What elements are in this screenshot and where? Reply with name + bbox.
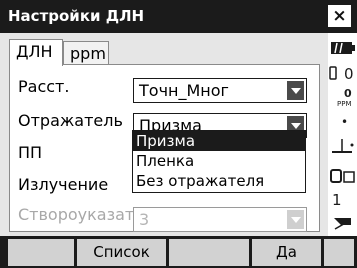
prism-constant-value: 0	[344, 65, 354, 83]
title-bar: Настройки ДЛН ×	[0, 0, 357, 33]
dropdown-option[interactable]: Призма	[133, 131, 305, 151]
tab-ppm[interactable]: ppm	[63, 41, 109, 65]
laser-plummet-icon	[332, 139, 354, 153]
pp-label: ПП	[18, 143, 43, 162]
stvor-label: Створоуказат	[18, 205, 135, 224]
bullet-icon: •	[341, 115, 349, 129]
stvor-combobox: 3	[133, 207, 307, 232]
face-indicator: 1	[332, 191, 342, 209]
display-mode-icon	[330, 169, 355, 183]
ppm-label: PPM	[337, 100, 352, 108]
dropdown-option[interactable]: Пленка	[133, 151, 305, 171]
softkey-bar: Список Да	[0, 236, 357, 268]
tab-dln[interactable]: ДЛН	[9, 39, 63, 66]
battery-icon	[331, 42, 355, 54]
reflector-label: Отражатель	[18, 111, 123, 130]
signal-icon	[334, 218, 351, 230]
rasst-combobox[interactable]: Точн_Мног	[133, 78, 307, 103]
chevron-down-icon	[287, 210, 304, 229]
ppm-value: 0	[344, 87, 352, 100]
emission-label: Излучение	[18, 175, 109, 194]
softkey-list-button[interactable]: Список	[77, 239, 166, 266]
target-icon	[329, 66, 337, 80]
dropdown-option[interactable]: Без отражателя	[133, 171, 305, 191]
status-sidebar: 0 0 PPM • 1	[328, 33, 357, 236]
softkey-5[interactable]	[324, 239, 354, 266]
softkey-yes-button[interactable]: Да	[252, 239, 321, 266]
rasst-label: Расст.	[18, 77, 70, 96]
rasst-value: Точн_Мног	[139, 81, 229, 100]
chevron-down-icon[interactable]	[287, 81, 304, 100]
softkey-1[interactable]	[8, 239, 74, 266]
stvor-value: 3	[139, 210, 150, 229]
close-button[interactable]: ×	[328, 5, 351, 27]
softkey-3[interactable]	[169, 239, 249, 266]
window-title: Настройки ДЛН	[8, 7, 145, 25]
reflector-dropdown-list[interactable]: Призма Пленка Без отражателя	[132, 130, 306, 193]
